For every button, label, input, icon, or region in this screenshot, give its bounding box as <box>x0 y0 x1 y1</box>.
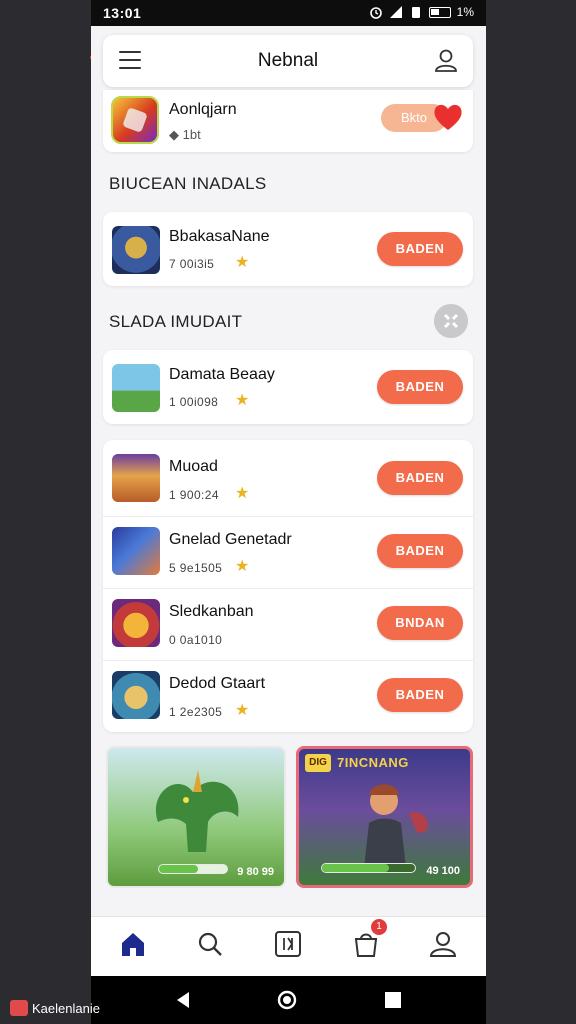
game-icon <box>112 364 160 412</box>
promo-heading: 7INCNANG <box>337 755 409 770</box>
list-item[interactable]: Dedod Gtaart 1 2e2305 ★ BADEN <box>103 660 473 732</box>
app-name: Sledkanban <box>169 603 254 620</box>
battery-icon <box>428 6 451 18</box>
promo-progress-track <box>321 863 416 873</box>
featured-app-card[interactable]: Aonlqjarn ◆ 1bt Bkto <box>103 90 473 152</box>
list-item[interactable]: Muoad 1 900:24 ★ BADEN <box>103 444 473 516</box>
cart-nav-item[interactable]: 1 <box>351 919 387 959</box>
alarm-icon <box>369 7 382 19</box>
app-meta: 7 00i3i5 <box>169 257 215 271</box>
game-icon <box>112 454 160 502</box>
list-item[interactable]: Sledkanban 0 0a1010 BNDAN <box>103 588 473 660</box>
library-icon[interactable] <box>273 929 303 959</box>
app-name: Gnelad Genetadr <box>169 531 292 548</box>
cart-badge: 1 <box>371 919 387 935</box>
status-bar: 13:01 1% <box>91 0 486 26</box>
list-item[interactable]: BbakasaNane 7 00i3i5 ★ BADEN <box>103 213 473 285</box>
sim-icon <box>411 7 420 18</box>
status-time: 13:01 <box>103 5 142 21</box>
home-icon[interactable] <box>118 929 148 959</box>
watermark-logo-icon <box>10 1000 28 1016</box>
app-meta: 0 0a1010 <box>169 633 223 647</box>
watermark: Kaelenlanie <box>10 1000 100 1016</box>
promo-progress-fill <box>322 864 389 872</box>
game-icon <box>112 599 160 647</box>
game-icon <box>112 671 160 719</box>
app-name: Muoad <box>169 458 218 475</box>
system-nav-bar <box>91 976 486 1024</box>
app-header: Nebnal <box>103 35 473 87</box>
featured-app-name: Aonlqjarn <box>169 101 237 118</box>
dragon-illustration <box>156 770 239 852</box>
list-card-second: Damata Beaay 1 00i098 ★ BADEN <box>103 350 473 424</box>
status-icons: 1% <box>369 5 474 19</box>
section-title-first: BIUCEAN INADALS <box>109 174 267 193</box>
heart-icon[interactable] <box>431 100 465 134</box>
app-name: Dedod Gtaart <box>169 675 266 692</box>
watermark-text: Kaelenlanie <box>32 1000 100 1016</box>
featured-app-sub: ◆ 1bt <box>169 127 201 142</box>
install-button[interactable]: BADEN <box>377 461 463 495</box>
list-card-third: Muoad 1 900:24 ★ BADEN Gnelad Genetadr 5… <box>103 440 473 732</box>
app-name: BbakasaNane <box>169 228 270 245</box>
star-icon: ★ <box>235 702 250 719</box>
app-name: Damata Beaay <box>169 366 275 383</box>
install-button[interactable]: BNDAN <box>377 606 463 640</box>
featured-app-icon <box>111 96 159 144</box>
promo-count: 9 80 99 <box>237 866 274 878</box>
dragon-promo-tile[interactable]: 9 80 99 <box>106 746 286 888</box>
game-icon <box>112 527 160 575</box>
install-button[interactable]: BADEN <box>377 232 463 266</box>
profile-icon[interactable] <box>433 47 459 73</box>
settings-icon[interactable] <box>434 304 468 338</box>
signal-icon <box>389 6 402 18</box>
app-meta: 1 900:24 <box>169 488 219 502</box>
list-card-first: BbakasaNane 7 00i3i5 ★ BADEN <box>103 212 473 286</box>
star-icon: ★ <box>235 485 250 502</box>
arena-promo-tile[interactable]: DIG 7INCNANG 49 100 <box>296 746 473 888</box>
list-item[interactable]: Gnelad Genetadr 5 9e1505 ★ BADEN <box>103 516 473 588</box>
home-button-icon[interactable] <box>277 990 297 1010</box>
section-title-second: SLADA IMUDAIT <box>109 312 243 331</box>
bottom-nav: 1 <box>91 916 486 976</box>
app-meta: 1 00i098 <box>169 395 219 409</box>
recents-icon[interactable] <box>383 990 403 1010</box>
phone-screen: 13:01 1% Nebnal Aonlqjarn ◆ 1bt Bkto BIU… <box>91 0 486 1024</box>
install-button[interactable]: BADEN <box>377 370 463 404</box>
promo-progress-track <box>158 864 228 874</box>
app-meta: 1 2e2305 <box>169 705 223 719</box>
page-title: Nebnal <box>257 50 319 71</box>
hero-illustration <box>364 784 428 868</box>
star-icon: ★ <box>235 558 250 575</box>
list-item[interactable]: Damata Beaay 1 00i098 ★ BADEN <box>103 351 473 423</box>
account-icon[interactable] <box>428 929 458 959</box>
promo-count: 49 100 <box>426 865 460 877</box>
promo-progress-fill <box>159 865 199 873</box>
app-meta: 5 9e1505 <box>169 561 223 575</box>
search-icon[interactable] <box>195 929 225 959</box>
star-icon: ★ <box>235 254 250 271</box>
promo-tag: DIG <box>305 754 331 772</box>
install-button[interactable]: BADEN <box>377 678 463 712</box>
game-icon <box>112 226 160 274</box>
back-icon[interactable] <box>173 990 193 1010</box>
install-button[interactable]: BADEN <box>377 534 463 568</box>
star-icon: ★ <box>235 392 250 409</box>
battery-percent: 1% <box>456 5 474 19</box>
